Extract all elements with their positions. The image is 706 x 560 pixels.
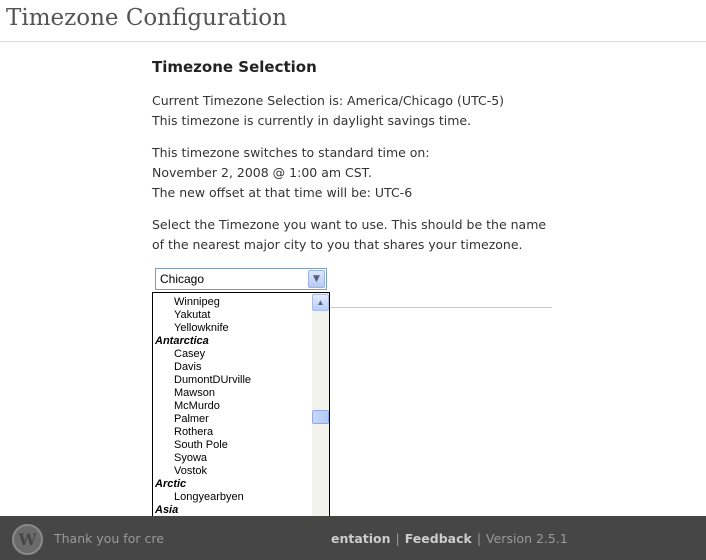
timezone-option[interactable]: DumontDUrville <box>153 374 311 387</box>
instructions: Select the Timezone you want to use. Thi… <box>152 215 562 255</box>
current-timezone-info: Current Timezone Selection is: America/C… <box>152 91 562 131</box>
footer-separator: | <box>395 531 400 546</box>
timezone-option[interactable]: McMurdo <box>153 400 311 413</box>
timezone-option[interactable]: Rothera <box>153 426 311 439</box>
chevron-down-icon[interactable]: ▼ <box>308 270 325 288</box>
current-timezone-text: Current Timezone Selection is: America/C… <box>152 93 505 108</box>
chevron-up-icon[interactable]: ▲ <box>312 294 329 311</box>
option-group-label: Antarctica <box>155 335 209 347</box>
timezone-option[interactable]: Longyearbyen <box>153 491 311 504</box>
timezone-option[interactable]: Yellowknife <box>153 322 311 335</box>
timezone-option[interactable]: Yakutat <box>153 309 311 322</box>
documentation-link[interactable]: entation <box>331 531 391 546</box>
footer-separator: | <box>476 531 482 546</box>
dst-status-text: This timezone is currently in daylight s… <box>152 113 472 128</box>
new-offset-text: The new offset at that time will be: UTC… <box>152 185 413 200</box>
switch-intro-text: This timezone switches to standard time … <box>152 145 430 160</box>
instruction-text-1: Select the Timezone you want to use. Thi… <box>152 217 547 232</box>
switch-info: This timezone switches to standard time … <box>152 143 562 203</box>
title-divider <box>0 41 706 42</box>
footer-links: entation | Feedback | Version 2.5.1 <box>331 531 568 546</box>
timezone-dropdown-list[interactable]: Winnipeg Yakutat Yellowknife Antarctica Case… <box>152 292 330 554</box>
wordpress-logo-icon[interactable]: W <box>12 524 43 555</box>
timezone-option[interactable]: Syowa <box>153 452 311 465</box>
dropdown-scrollbar[interactable]: ▲ ▼ <box>312 293 329 553</box>
instruction-text-2: of the nearest major city to you that sh… <box>152 237 523 252</box>
timezone-option[interactable]: Winnipeg <box>153 296 311 309</box>
form-divider <box>330 307 552 308</box>
timezone-select-value: Chicago <box>160 272 205 286</box>
version-text: Version 2.5.1 <box>486 531 568 546</box>
timezone-option[interactable]: Davis <box>153 361 311 374</box>
timezone-option[interactable]: Vostok <box>153 465 311 478</box>
scrollbar-thumb[interactable] <box>312 410 329 424</box>
timezone-option[interactable]: Mawson <box>153 387 311 400</box>
footer: W Thank you for cre entation | Feedback | Ve… <box>0 516 706 560</box>
timezone-section: Timezone Selection Current Timezone Sele… <box>152 57 562 267</box>
footer-thanks-text: Thank you for cre <box>54 531 164 546</box>
page-title: Timezone Configuration <box>6 5 287 31</box>
switch-date-text: November 2, 2008 @ 1:00 am CST. <box>152 165 372 180</box>
option-group-label: Arctic <box>155 478 187 490</box>
timezone-select[interactable]: Chicago ▼ <box>155 268 327 290</box>
timezone-option[interactable]: Palmer <box>153 413 311 426</box>
timezone-option[interactable]: Casey <box>153 348 311 361</box>
feedback-link[interactable]: Feedback <box>405 531 472 546</box>
timezone-option[interactable]: South Pole <box>153 439 311 452</box>
section-heading: Timezone Selection <box>152 58 317 76</box>
